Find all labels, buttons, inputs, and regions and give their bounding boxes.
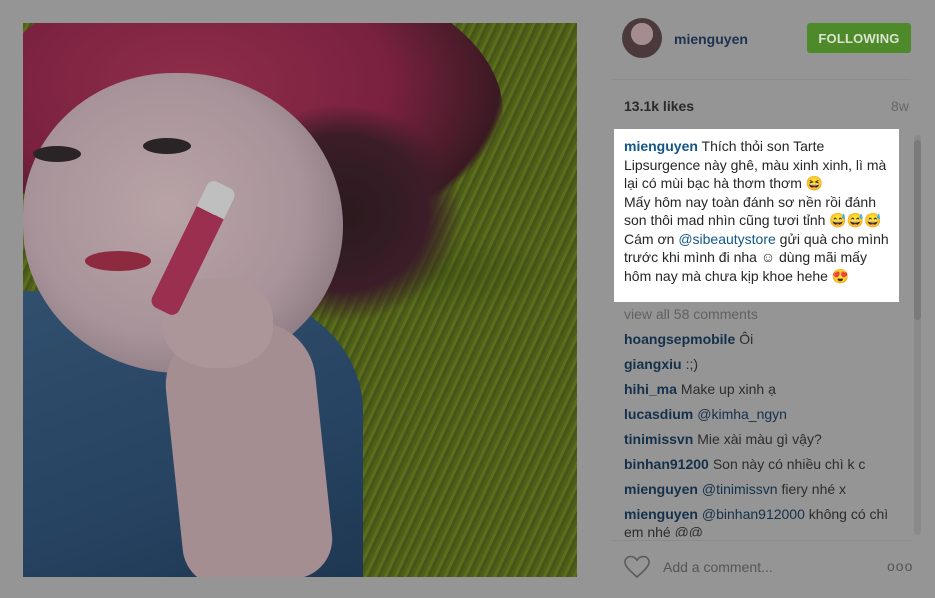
comments-scrollbar[interactable]: [914, 135, 921, 535]
comment-username[interactable]: hihi_ma: [624, 381, 677, 397]
post-age[interactable]: 8w: [891, 98, 909, 114]
comment-text: Make up xinh ạ: [680, 380, 776, 397]
post-caption: mienguyen Thích thỏi son Tarte Lipsurgen…: [614, 129, 899, 302]
caption-mention[interactable]: @sibeautystore: [678, 231, 775, 247]
caption-text-3a: Cám ơn: [624, 230, 679, 247]
following-button[interactable]: FOLLOWING: [807, 23, 911, 53]
photo-eye-left: [33, 146, 81, 162]
likes-count[interactable]: 13.1k likes: [624, 98, 694, 114]
post-side-panel: mienguyen FOLLOWING 13.1k likes 8w mieng…: [611, 0, 935, 598]
comment-username[interactable]: lucasdium: [624, 406, 693, 422]
more-options-icon[interactable]: ooo: [887, 558, 913, 574]
comment: hihi_ma Make up xinh ạ: [624, 380, 899, 399]
comments-list: view all 58 comments hoangsepmobile Ôi gi…: [624, 305, 899, 537]
comment: mienguyen @tinimissvn fiery nhé x: [624, 480, 899, 499]
comment-username[interactable]: giangxiu: [624, 356, 682, 372]
post-footer: ooo: [611, 540, 913, 598]
comment-text: Son này có nhiều chì k c: [712, 455, 866, 472]
comment-username[interactable]: tinimissvn: [624, 431, 693, 447]
comment: tinimissvn Mie xài màu gì vậy?: [624, 430, 899, 449]
comment-text: Ôi: [739, 330, 754, 347]
comment-text: :;): [685, 355, 699, 372]
caption-text-2: Mấy hôm nay toàn đánh sơ nền rồi đánh so…: [624, 193, 882, 229]
comment: giangxiu:;): [624, 355, 899, 374]
photo-lips: [85, 251, 151, 271]
post-header: mienguyen FOLLOWING: [611, 0, 911, 80]
add-comment-input[interactable]: [663, 559, 843, 575]
comment-mention[interactable]: @tinimissvn: [702, 481, 778, 497]
comment-username[interactable]: binhan91200: [624, 456, 709, 472]
comment-text: Mie xài màu gì vậy?: [697, 430, 822, 447]
avatar[interactable]: [622, 18, 662, 58]
comment: binhan91200 Son này có nhiều chì k c: [624, 455, 899, 474]
comment-username[interactable]: mienguyen: [624, 506, 698, 522]
comment-mention[interactable]: @binhan912000: [702, 506, 805, 522]
comment: hoangsepmobile Ôi: [624, 330, 899, 349]
photo-eye-right: [143, 138, 191, 154]
comment: lucasdium @kimha_ngyn: [624, 405, 899, 424]
comment-text: fiery nhé x: [777, 480, 847, 497]
comment-username[interactable]: hoangsepmobile: [624, 331, 735, 347]
heart-icon[interactable]: [624, 555, 650, 579]
view-all-comments-link[interactable]: view all 58 comments: [624, 305, 899, 324]
comment-mention[interactable]: @kimha_ngyn: [697, 406, 787, 422]
caption-line-1: mienguyen Thích thỏi son Tarte Lipsurgen…: [624, 137, 890, 193]
scrollbar-thumb[interactable]: [914, 140, 921, 320]
post-username[interactable]: mienguyen: [674, 31, 748, 47]
caption-username[interactable]: mienguyen: [624, 138, 698, 154]
comment-username[interactable]: mienguyen: [624, 481, 698, 497]
caption-line-3: Cám ơn @sibeautystore gửi quà cho mình t…: [624, 230, 890, 286]
post-photo[interactable]: [23, 23, 577, 577]
comment: mienguyen @binhan912000 không có chì em n…: [624, 505, 899, 538]
